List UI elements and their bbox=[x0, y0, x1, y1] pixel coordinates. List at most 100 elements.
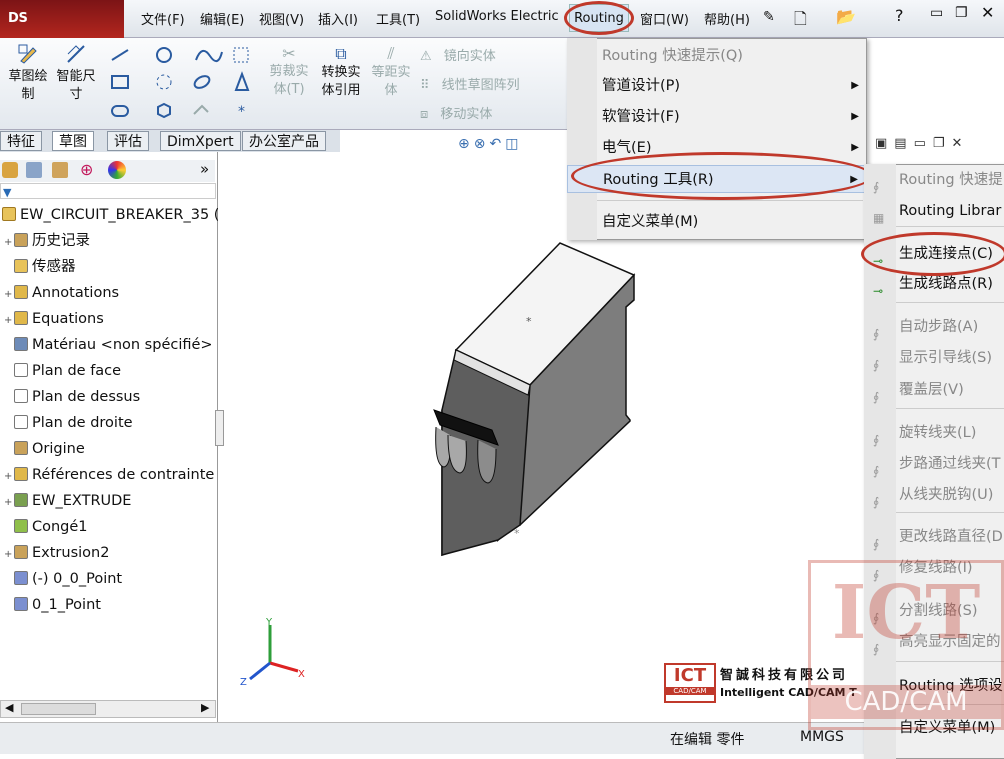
dimxpert-manager-tab-icon[interactable]: ⊕ bbox=[80, 160, 93, 179]
scrollbar-thumb[interactable] bbox=[21, 703, 96, 715]
menu-file[interactable]: 文件(F) bbox=[141, 9, 185, 28]
feature-manager-toolbar: ⊕ » bbox=[0, 160, 215, 182]
tree-expander-icon[interactable]: + bbox=[4, 282, 12, 308]
tree-item[interactable]: + 历史记录 bbox=[4, 228, 90, 254]
sketch-button[interactable]: 草图绘 制 bbox=[8, 44, 48, 124]
tree-item[interactable]: Congé1 bbox=[4, 514, 88, 540]
new-document-icon[interactable]: 🗋 bbox=[794, 8, 807, 35]
tree-item[interactable]: Plan de dessus bbox=[4, 384, 140, 410]
status-units[interactable]: MMGS bbox=[800, 729, 844, 745]
tree-item[interactable]: + Références de contrainte bbox=[4, 462, 214, 488]
tree-item[interactable]: Matériau <non spécifié> bbox=[4, 332, 213, 358]
tree-expander-icon[interactable]: + bbox=[4, 308, 12, 334]
submenu-item-change-route-diameter[interactable]: ∮ 更改线路直径(D bbox=[864, 523, 1004, 551]
zoom-to-fit-icon[interactable]: ⊕ bbox=[458, 136, 474, 152]
tree-item[interactable]: + Annotations bbox=[4, 280, 119, 306]
submenu-item-cover-layer[interactable]: ∮ 覆盖层(V) bbox=[864, 376, 1004, 404]
scroll-left-icon[interactable]: ◀ bbox=[5, 701, 13, 714]
tab-features[interactable]: 特征 bbox=[0, 131, 42, 151]
viewport-tile-icon[interactable]: ▣ bbox=[875, 136, 894, 151]
tree-item-label: Plan de face bbox=[32, 363, 122, 379]
menu-window[interactable]: 窗口(W) bbox=[640, 9, 689, 28]
menu-insert[interactable]: 插入(I) bbox=[318, 9, 358, 28]
tree-item[interactable]: Origine bbox=[4, 436, 85, 462]
submenu-arrow-icon: ▶ bbox=[851, 142, 859, 153]
move-entities-button[interactable]: ⧈ 移动实体 bbox=[420, 103, 492, 122]
viewport-restore-icon[interactable]: ❐ bbox=[933, 136, 952, 151]
sketch-tools-grid[interactable]: * bbox=[106, 44, 266, 124]
tree-item[interactable]: + Equations bbox=[4, 306, 104, 332]
filter-bar[interactable]: ▼ bbox=[0, 183, 216, 199]
submenu-item-rotate-clip[interactable]: ∮ 旋转线夹(L) bbox=[864, 419, 1004, 447]
tab-sketch[interactable]: 草图 bbox=[52, 131, 94, 151]
tree-item-label: Annotations bbox=[32, 285, 120, 301]
convert-entities-button[interactable]: ⧉ 转换实 体引用 bbox=[316, 44, 366, 100]
submenu-item-routing-library[interactable]: ▦ Routing Librar bbox=[864, 197, 1004, 225]
plane-icon bbox=[14, 363, 28, 377]
submenu-item-show-guidelines[interactable]: ∮ 显示引导线(S) bbox=[864, 344, 1004, 372]
menu-item-tubing[interactable]: 软管设计(F) ▶ bbox=[567, 103, 867, 131]
help-icon[interactable]: ? bbox=[895, 6, 904, 25]
configuration-manager-tab-icon[interactable] bbox=[52, 162, 68, 178]
scroll-right-icon[interactable]: ▶ bbox=[201, 701, 209, 714]
minimize-icon[interactable]: ▭ bbox=[930, 5, 943, 21]
tree-item[interactable]: (-) 0_0_Point bbox=[4, 566, 122, 592]
ict-watermark: ICT CAD/CAM bbox=[808, 560, 1004, 730]
mirror-entities-button[interactable]: ⚠ 镜向实体 bbox=[420, 45, 496, 64]
ict-logo-text: ICT bbox=[673, 665, 707, 686]
zoom-area-icon[interactable]: ⊗ bbox=[474, 136, 490, 152]
feature-tree-tab-icon[interactable] bbox=[2, 162, 18, 178]
submenu-item-auto-route[interactable]: ∮ 自动步路(A) bbox=[864, 313, 1004, 341]
tree-horizontal-scrollbar[interactable]: ◀ ▶ bbox=[0, 700, 216, 718]
tree-expander-icon[interactable]: + bbox=[4, 490, 12, 516]
tab-office-products[interactable]: 办公室产品 bbox=[242, 131, 326, 151]
convert-icon: ⧉ bbox=[335, 44, 347, 63]
tree-item-label: Extrusion2 bbox=[32, 545, 110, 561]
close-icon[interactable]: ✕ bbox=[981, 3, 994, 22]
menu-edit[interactable]: 编辑(E) bbox=[200, 9, 244, 28]
heads-up-view-toolbar[interactable]: ⊕⊗↶◫ bbox=[458, 136, 522, 152]
viewport-split-icon[interactable]: ▤ bbox=[894, 136, 913, 151]
viewport-close-icon[interactable]: ✕ bbox=[952, 136, 970, 151]
pin-icon[interactable]: ✎ bbox=[763, 9, 775, 25]
tab-evaluate[interactable]: 评估 bbox=[107, 131, 149, 151]
restore-icon[interactable]: ❐ bbox=[955, 5, 968, 21]
menu-item-routing-quick-tips[interactable]: Routing 快速提示(Q) bbox=[567, 42, 867, 70]
tree-item[interactable]: + EW_EXTRUDE bbox=[4, 488, 131, 514]
submenu-item-route-through-clip[interactable]: ∮ 步路通过线夹(T bbox=[864, 450, 1004, 478]
linear-pattern-button[interactable]: ⠿ 线性草图阵列 bbox=[420, 74, 520, 93]
smart-dimension-label: 智能尺 寸 bbox=[56, 69, 96, 102]
tab-dimxpert[interactable]: DimXpert bbox=[160, 131, 241, 151]
submenu-item-routing-quick-tips[interactable]: ∮ Routing 快速提 bbox=[864, 166, 1004, 194]
tree-item[interactable]: 传感器 bbox=[4, 254, 76, 280]
tree-item[interactable]: 0_1_Point bbox=[4, 592, 101, 618]
viewport-minimize-icon[interactable]: ▭ bbox=[914, 136, 933, 151]
tree-item[interactable]: Plan de face bbox=[4, 358, 121, 384]
menu-tools[interactable]: 工具(T) bbox=[376, 9, 420, 28]
triad-z-label: Z bbox=[240, 677, 247, 687]
smart-dimension-button[interactable]: 智能尺 寸 bbox=[54, 44, 98, 124]
panel-splitter-handle[interactable] bbox=[215, 410, 224, 446]
circuit-breaker-3d-model[interactable]: * * bbox=[420, 235, 640, 575]
tree-root-part[interactable]: EW_CIRCUIT_BREAKER_35 ( bbox=[2, 202, 219, 228]
tree-item[interactable]: + Extrusion2 bbox=[4, 540, 109, 566]
expand-panel-chevron-icon[interactable]: » bbox=[200, 160, 209, 178]
offset-entities-button[interactable]: ⫽ 等距实 体 bbox=[368, 44, 414, 100]
tree-expander-icon[interactable]: + bbox=[4, 542, 12, 568]
trim-entities-button[interactable]: ✂ 剪裁实 体(T) bbox=[266, 44, 312, 99]
menu-solidworks-electrical[interactable]: SolidWorks Electrical bbox=[435, 9, 559, 24]
menu-item-customize-menu[interactable]: 自定义菜单(M) bbox=[567, 208, 867, 236]
menu-view[interactable]: 视图(V) bbox=[259, 9, 304, 28]
menu-item-piping[interactable]: 管道设计(P) ▶ bbox=[567, 72, 867, 100]
tree-item[interactable]: Plan de droite bbox=[4, 410, 133, 436]
tree-expander-icon[interactable]: + bbox=[4, 230, 12, 256]
section-view-icon[interactable]: ◫ bbox=[505, 136, 522, 152]
open-folder-icon[interactable]: 📂 bbox=[836, 7, 856, 26]
submenu-item-unhook-from-clip[interactable]: ∮ 从线夹脱钩(U) bbox=[864, 481, 1004, 509]
tree-expander-icon[interactable]: + bbox=[4, 464, 12, 490]
menu-separator bbox=[896, 302, 1004, 303]
previous-view-icon[interactable]: ↶ bbox=[489, 136, 505, 152]
display-manager-tab-icon[interactable] bbox=[108, 161, 126, 179]
menu-help[interactable]: 帮助(H) bbox=[704, 9, 750, 28]
property-manager-tab-icon[interactable] bbox=[26, 162, 42, 178]
